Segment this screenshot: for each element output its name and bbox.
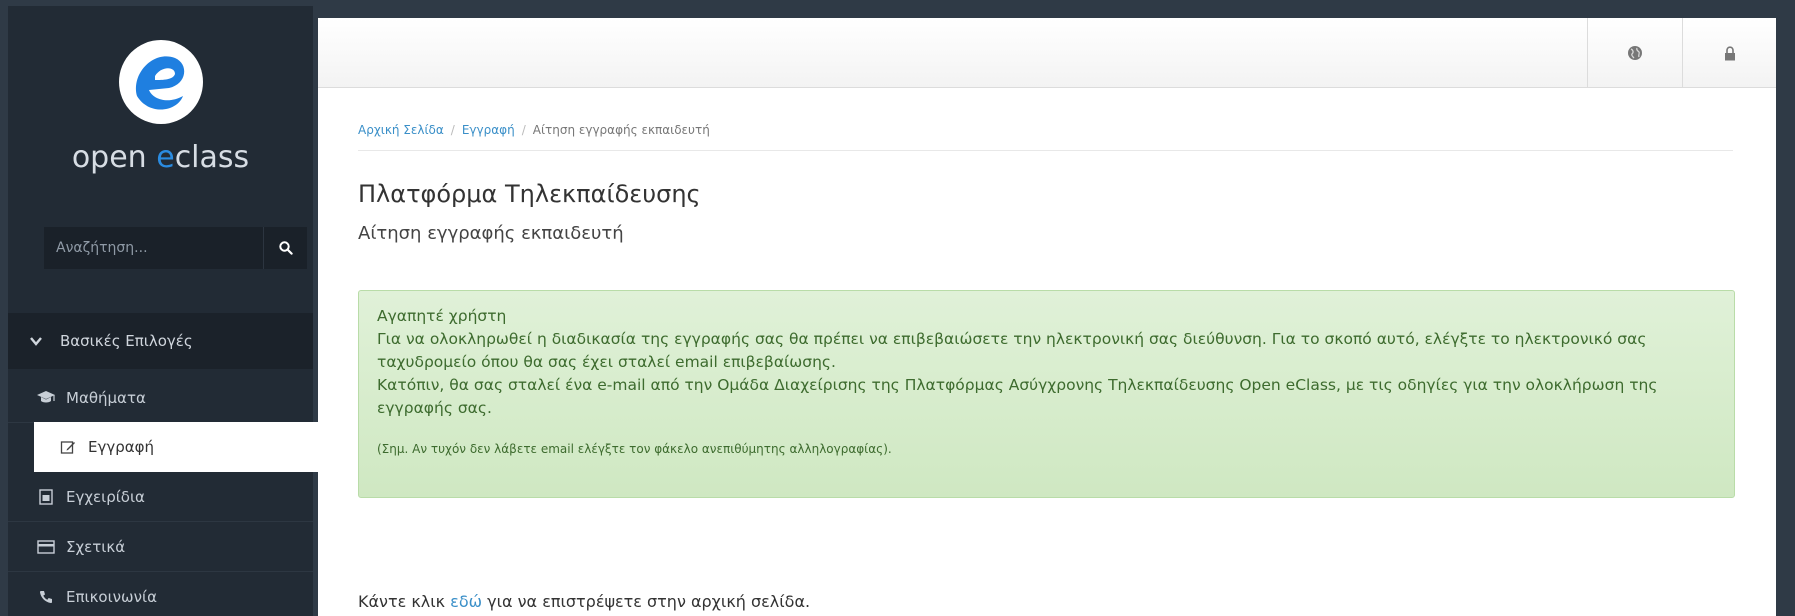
breadcrumb-separator: / [450,123,455,137]
brand-name: open eclass [71,140,250,175]
alert-note: (Σημ. Αν τυχόν δεν λάβετε email ελέγξτε … [377,442,892,456]
graduation-cap-icon [34,390,58,406]
file-icon [34,488,58,505]
success-alert: Αγαπητέ χρήστη Για να ολοκληρωθεί η διαδ… [358,290,1735,498]
edit-icon [56,439,80,455]
search-button[interactable] [263,227,307,269]
return-text-before: Κάντε κλικ [358,592,451,611]
return-home-text: Κάντε κλικ εδώ για να επιστρέψετε στην α… [358,592,810,611]
phone-icon [34,590,58,604]
alert-line1: Για να ολοκληρωθεί η διαδικασία της εγγρ… [377,330,1647,371]
eclass-logo-icon [118,40,203,124]
menu-section-header[interactable]: Βασικές Επιλογές [8,313,313,369]
page-title: Πλατφόρμα Τηλεκπαίδευσης [358,180,701,208]
search-input[interactable] [44,227,263,269]
sidebar-item-about[interactable]: Σχετικά [8,522,313,572]
sidebar-item-courses[interactable]: Μαθήματα [8,373,313,423]
language-button[interactable] [1587,18,1682,88]
sidebar-item-label: Μαθήματα [66,388,146,407]
main-panel: Αρχική Σελίδα / Εγγραφή / Αίτηση εγγραφής εκ… [318,18,1776,616]
top-bar [318,18,1776,88]
sidebar-item-label: Σχετικά [66,537,126,556]
divider [358,150,1733,151]
breadcrumb-current: Αίτηση εγγραφής εκπαιδευτή [532,123,710,137]
login-button[interactable] [1682,18,1777,88]
globe-icon [1628,46,1642,60]
menu-section-title: Βασικές Επιλογές [60,332,193,350]
sidebar-item-label: Εγγραφή [88,438,155,456]
alert-line2: Κατόπιν, θα σας σταλεί ένα e-mail από τη… [377,376,1658,417]
breadcrumb-separator: / [521,123,526,137]
return-home-link[interactable]: εδώ [450,592,482,611]
logo[interactable]: open eclass [8,36,313,175]
credit-card-icon [34,539,58,554]
sidebar: open eclass Βασικές Επιλογές Μαθήματα Εγ… [8,6,319,616]
alert-greeting: Αγαπητέ χρήστη [377,307,507,325]
return-text-after: για να επιστρέψετε στην αρχική σελίδα. [482,592,811,611]
sidebar-item-label: Εγχειρίδια [66,487,145,506]
sidebar-item-contact[interactable]: Επικοινωνία [8,572,313,616]
sidebar-item-registration[interactable]: Εγγραφή [34,422,319,472]
sidebar-item-label: Επικοινωνία [66,587,157,606]
chevron-down-icon [30,336,42,346]
breadcrumb: Αρχική Σελίδα / Εγγραφή / Αίτηση εγγραφής εκ… [358,123,710,137]
breadcrumb-home-link[interactable]: Αρχική Σελίδα [358,123,444,137]
search-icon [278,241,293,255]
search-box [44,227,307,269]
lock-icon [1725,45,1735,60]
page-subtitle: Αίτηση εγγραφής εκπαιδευτή [358,223,624,244]
breadcrumb-registration-link[interactable]: Εγγραφή [462,123,515,137]
sidebar-item-manuals[interactable]: Εγχειρίδια [8,472,313,522]
